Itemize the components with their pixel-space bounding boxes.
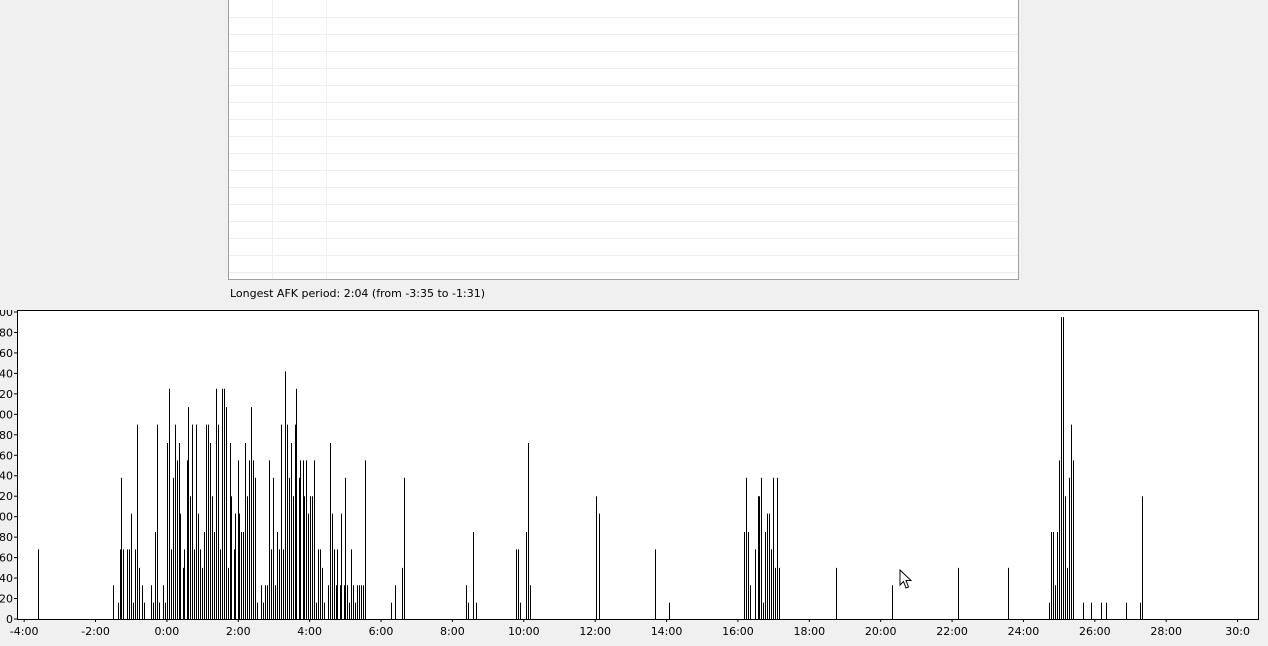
x-tick-label: 26:00 [1079, 625, 1111, 638]
x-tick-label: 12:00 [579, 625, 611, 638]
y-tick-label: 60 [0, 347, 13, 360]
x-tick-label: 24:00 [1008, 625, 1040, 638]
y-tick-label: 80 [0, 531, 13, 544]
afk-histogram-svg: 0204060800020406080002040608000-4:00 -2:0… [0, 310, 1259, 638]
x-tick-label: 14:00 [651, 625, 683, 638]
y-tick-label: 80 [0, 429, 13, 442]
session-plot-panel [228, 0, 1019, 280]
x-tick-label: 10:00 [508, 625, 540, 638]
y-tick-label: 80 [0, 326, 13, 339]
y-tick-label: 60 [0, 552, 13, 565]
x-tick-label: 6:00 [369, 625, 394, 638]
x-tick-label: 30:0 [1225, 625, 1250, 638]
y-tick-label: 00 [0, 511, 13, 524]
x-tick-label: 18:00 [793, 625, 825, 638]
y-tick-label: 60 [0, 449, 13, 462]
longest-afk-label: Longest AFK period: 2:04 (from -3:35 to … [230, 287, 485, 300]
y-tick-label: 00 [0, 310, 13, 319]
x-tick-label: 22:00 [936, 625, 968, 638]
y-tick-label: 20 [0, 593, 13, 606]
x-tick-label: 0:00 [155, 625, 180, 638]
x-tick-label: -2:00 [81, 625, 110, 638]
x-tick-label: 4:00 [297, 625, 322, 638]
afk-histogram-chart: 0 20 40 60 80 00 20 40 60 80 00 20 40 60 80 00 -4:00 -2:0… [0, 310, 1260, 646]
x-tick-label: 28:00 [1150, 625, 1182, 638]
y-tick-label: 20 [0, 490, 13, 503]
x-tick-label: -4:00 [10, 625, 39, 638]
session-plot-grid [229, 0, 1018, 279]
x-tick-label: 16:00 [722, 625, 754, 638]
x-tick-label: 20:00 [865, 625, 897, 638]
y-tick-label: 00 [0, 408, 13, 421]
y-tick-label: 40 [0, 572, 13, 585]
x-tick-label: 2:00 [226, 625, 251, 638]
plot-area [17, 310, 1259, 620]
y-tick-label: 40 [0, 367, 13, 380]
y-tick-label: 40 [0, 470, 13, 483]
x-tick-label: 8:00 [440, 625, 465, 638]
mouse-cursor-icon [899, 569, 913, 589]
y-tick-label: 20 [0, 388, 13, 401]
